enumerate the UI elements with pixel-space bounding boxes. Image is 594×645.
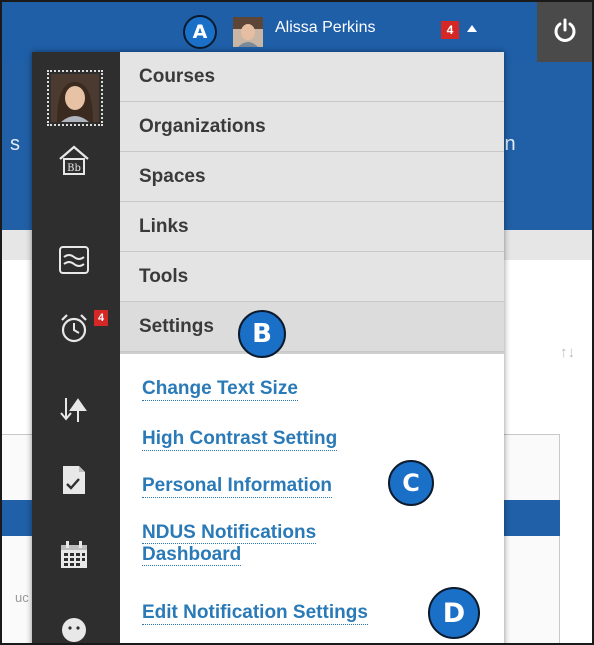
notification-badge[interactable]: 4 [441,21,459,39]
menu-item-spaces[interactable]: Spaces [120,152,504,202]
link-ndus-notifications-dashboard[interactable]: NDUS Notifications Dashboard [142,522,392,566]
calendar-icon[interactable] [56,537,92,573]
upload-arrows-icon[interactable] [56,392,92,428]
menu-item-settings[interactable]: Settings [120,302,504,352]
alarm-badge: 4 [94,310,108,326]
menu-item-tools[interactable]: Tools [120,252,504,302]
link-change-text-size[interactable]: Change Text Size [142,378,298,401]
icon-rail: Bb 4 [32,52,120,645]
caret-up-icon[interactable] [467,25,477,32]
profile-photo-icon [51,74,99,122]
menu-item-courses[interactable]: Courses [120,52,504,102]
power-icon[interactable] [553,18,577,44]
user-name[interactable]: Alissa Perkins [275,19,375,37]
screenshot-frame: s in ↑↓ uc A Alissa Perkins 4 Bb 4 Cours… [0,0,594,645]
calendar-alarm-icon[interactable] [56,310,92,346]
user-avatar[interactable] [233,17,263,47]
svg-text:Bb: Bb [67,163,81,174]
rail-user-avatar[interactable] [47,70,103,126]
menu-item-organizations[interactable]: Organizations [120,102,504,152]
callout-d: D [428,587,480,639]
avatar-photo-icon [233,17,263,47]
grades-icon[interactable] [56,462,92,498]
sort-icon[interactable]: ↑↓ [560,344,575,361]
callout-b: B [238,310,286,358]
background-text-fragment: uc [15,590,29,605]
callout-a: A [183,15,217,49]
link-ndus-notifications-dashboard-text: NDUS Notifications Dashboard [142,522,317,566]
link-personal-information[interactable]: Personal Information [142,475,333,498]
activity-stream-icon[interactable] [56,242,92,278]
bb-home-icon[interactable]: Bb [56,142,92,178]
link-high-contrast-setting[interactable]: High Contrast Setting [142,428,338,451]
main-menu: Courses Organizations Spaces Links Tools… [120,52,504,352]
callout-c: C [388,460,434,506]
link-edit-notification-settings[interactable]: Edit Notification Settings [142,602,368,625]
menu-item-links[interactable]: Links [120,202,504,252]
face-icon[interactable] [56,610,92,645]
background-tab-fragment: s [10,133,20,155]
